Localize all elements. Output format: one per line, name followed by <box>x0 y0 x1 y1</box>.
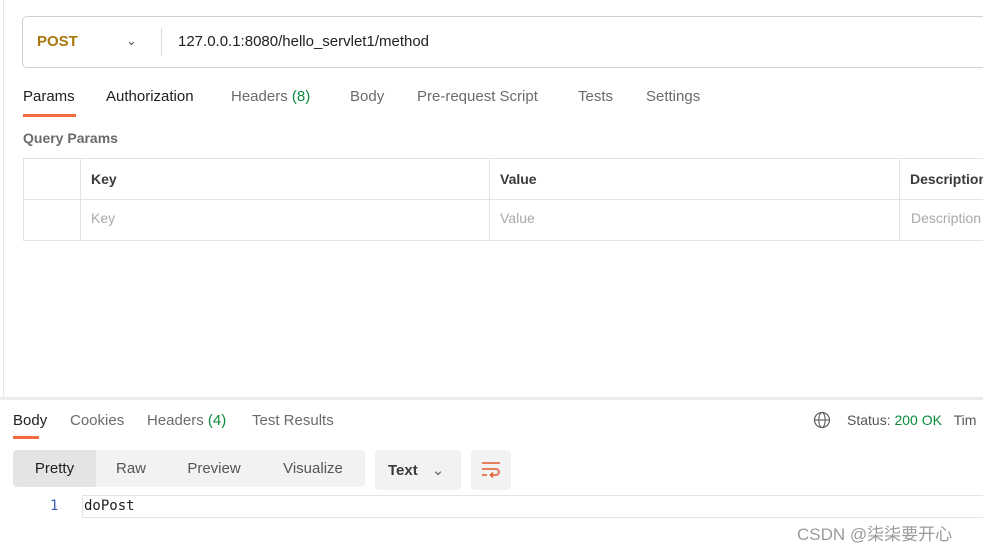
tab-body[interactable]: Body <box>350 88 384 105</box>
pane-resize-handle[interactable] <box>0 397 983 400</box>
request-bar <box>22 16 983 68</box>
response-body-line <box>82 495 983 518</box>
view-visualize-button[interactable]: Visualize <box>262 450 364 487</box>
headers-count: (4) <box>207 412 227 429</box>
url-input[interactable]: 127.0.0.1:8080/hello_servlet1/method <box>178 33 429 50</box>
method-select[interactable]: POST <box>37 33 78 50</box>
view-raw-button[interactable]: Raw <box>96 450 166 487</box>
response-tab-test-results[interactable]: Test Results <box>252 412 334 429</box>
active-tab-indicator <box>23 114 76 117</box>
divider <box>161 28 162 56</box>
wrap-icon <box>482 462 500 479</box>
tab-settings[interactable]: Settings <box>646 88 700 105</box>
chevron-down-icon: ⌄ <box>431 462 445 479</box>
section-title: Query Params <box>23 130 118 146</box>
status-value: 200 OK <box>894 412 942 428</box>
tab-authorization[interactable]: Authorization <box>106 88 194 105</box>
column-header-value: Value <box>500 171 537 187</box>
row-divider <box>23 199 983 200</box>
column-header-key: Key <box>91 171 117 187</box>
status-label: Status: <box>847 412 891 428</box>
pane-border <box>3 0 4 398</box>
headers-count: (8) <box>291 88 311 105</box>
active-tab-indicator <box>13 436 39 439</box>
time-label: Tim <box>953 412 977 428</box>
tab-params[interactable]: Params <box>23 88 75 105</box>
tab-label: Headers <box>231 88 288 105</box>
value-input[interactable]: Value <box>500 210 535 226</box>
column-divider <box>489 158 490 241</box>
line-number: 1 <box>50 498 59 514</box>
tab-tests[interactable]: Tests <box>578 88 613 105</box>
format-select[interactable]: Text ⌄ <box>375 450 461 490</box>
watermark: CSDN @柒柒要开心 <box>797 525 953 544</box>
response-body-content: doPost <box>84 498 135 514</box>
key-input[interactable]: Key <box>91 210 115 226</box>
response-tab-body[interactable]: Body <box>13 412 47 429</box>
column-divider <box>80 158 81 241</box>
globe-icon[interactable] <box>813 411 831 429</box>
description-input[interactable]: Description <box>911 210 981 226</box>
column-divider <box>899 158 900 241</box>
response-tab-cookies[interactable]: Cookies <box>70 412 124 429</box>
wrap-lines-button[interactable] <box>471 450 511 490</box>
column-header-description: Description <box>910 171 983 187</box>
response-tab-headers[interactable]: Headers (4) <box>147 412 226 429</box>
tab-pre-request-script[interactable]: Pre-request Script <box>417 88 538 105</box>
tab-headers[interactable]: Headers (8) <box>231 88 310 105</box>
response-status: Status: 200 OK Tim <box>847 412 976 428</box>
view-pretty-button[interactable]: Pretty <box>13 450 96 487</box>
chevron-down-icon[interactable]: ⌄ <box>126 33 137 49</box>
format-label: Text <box>388 462 418 479</box>
view-preview-button[interactable]: Preview <box>166 450 262 487</box>
tab-label: Headers <box>147 412 204 429</box>
